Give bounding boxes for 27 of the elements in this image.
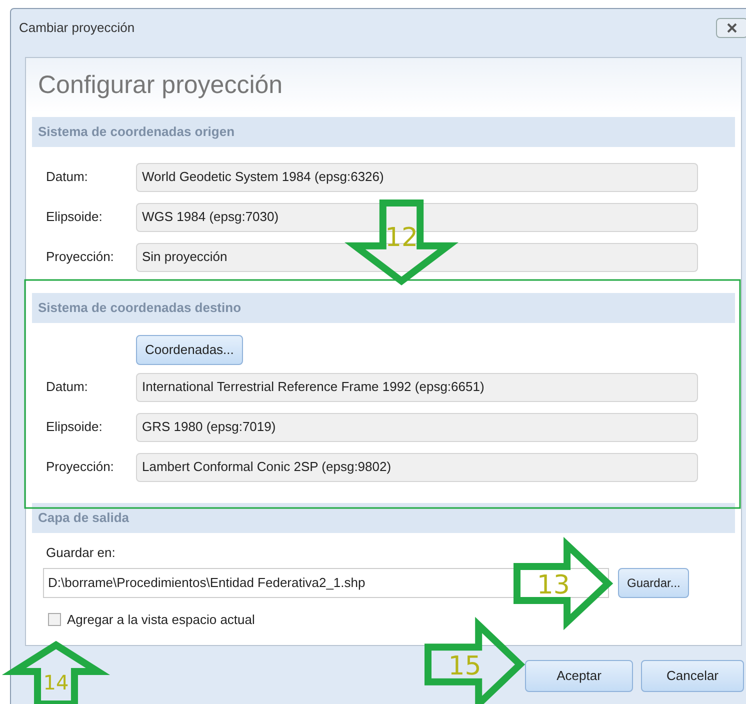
section-title: Sistema de coordenadas origen bbox=[38, 123, 235, 142]
read-only-field[interactable]: World Geodetic System 1984 (epsg:6326) bbox=[136, 162, 698, 192]
cancel-button[interactable]: Cancelar bbox=[641, 660, 744, 692]
checkbox[interactable] bbox=[48, 612, 61, 626]
field-label: Datum: bbox=[45, 378, 89, 396]
field-label: Guardar en: bbox=[45, 544, 116, 562]
annotation-number: 15 bbox=[448, 652, 482, 682]
coordinates-button[interactable]: Coordenadas... bbox=[136, 335, 243, 365]
field-label: Datum: bbox=[45, 168, 89, 186]
field-label: Proyección: bbox=[45, 458, 115, 476]
annotation-number: 14 bbox=[43, 670, 69, 694]
window-title: Cambiar proyección bbox=[19, 19, 135, 38]
field-label: Elipsoide: bbox=[45, 208, 104, 226]
field-label: Proyección: bbox=[45, 248, 115, 266]
section-title: Sistema de coordenadas destino bbox=[38, 299, 242, 318]
dialog-heading: Configurar proyección bbox=[38, 70, 283, 101]
accept-button[interactable]: Aceptar bbox=[525, 660, 633, 692]
close-icon bbox=[727, 23, 737, 33]
annotation-number: 13 bbox=[536, 570, 570, 600]
section-title: Capa de salida bbox=[38, 509, 130, 528]
read-only-field[interactable]: Lambert Conformal Conic 2SP (epsg:9802) bbox=[136, 452, 698, 482]
checkbox-label: Agregar a la vista espacio actual bbox=[67, 610, 255, 629]
read-only-field[interactable]: International Terrestrial Reference Frame 1992 (epsg:6651) bbox=[136, 372, 698, 402]
read-only-field[interactable]: GRS 1980 (epsg:7019) bbox=[136, 412, 698, 442]
field-label: Elipsoide: bbox=[45, 418, 104, 436]
save-button[interactable]: Guardar... bbox=[618, 568, 690, 598]
close-button[interactable] bbox=[716, 18, 746, 38]
